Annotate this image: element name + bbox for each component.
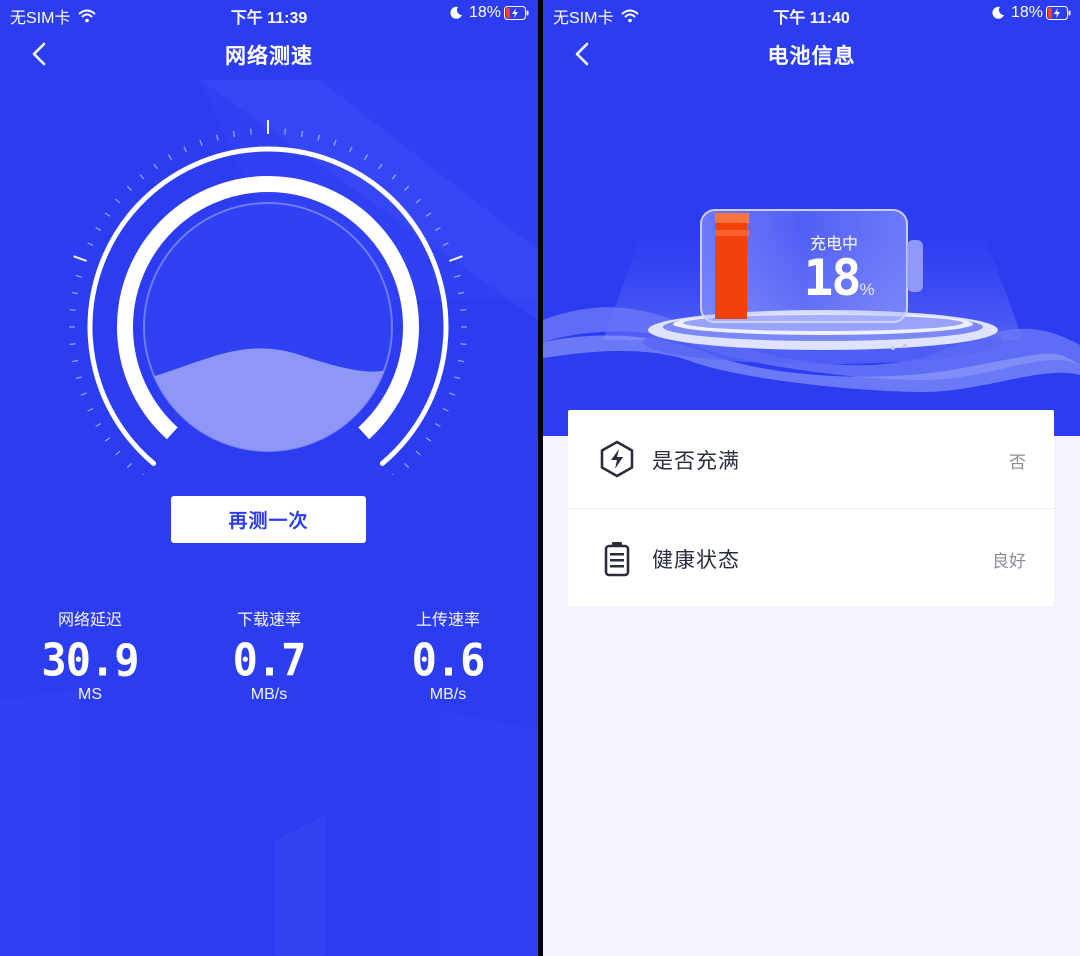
gauge-tick <box>71 359 79 363</box>
info-row-fully-charged[interactable]: 是否充满 否 <box>568 410 1054 508</box>
battery-percent-text: 18% <box>468 4 501 21</box>
battery-charging-icon <box>504 6 529 20</box>
gauge-tick <box>449 392 456 396</box>
status-bar: 无SIM卡 下午 11:40 18% <box>543 0 1080 28</box>
battery-charging-icon <box>1046 6 1071 20</box>
stat-value: 30.9 <box>41 634 139 687</box>
gauge-tick <box>457 291 465 295</box>
gauge-tick <box>378 163 383 170</box>
battery-percent-sign: % <box>859 280 875 299</box>
gauge-tick <box>449 255 463 262</box>
gauge-tick <box>434 422 441 428</box>
gauge-tick <box>73 255 87 262</box>
gauge-tick <box>104 437 111 442</box>
info-name: 是否充满 <box>652 450 740 473</box>
gauge-tick <box>333 139 337 146</box>
speed-gauge <box>69 120 467 475</box>
nav-bar: 网络测速 <box>0 28 538 80</box>
gauge-tick <box>199 139 203 146</box>
gauge-tick <box>300 130 304 138</box>
stat-unit: MS <box>78 686 102 703</box>
gauge-tick <box>126 463 132 469</box>
gauge-tick <box>115 450 121 456</box>
info-name: 健康状态 <box>652 549 740 572</box>
page-title: 电池信息 <box>767 45 856 68</box>
gauge-tick <box>454 376 461 380</box>
battery-info-card: 是否充满 否 健康状态 良好 <box>568 410 1054 606</box>
status-bar: 无SIM卡 下午 11:39 18% <box>0 0 538 28</box>
gauge-tick <box>250 128 252 135</box>
battery-terminal <box>907 240 923 292</box>
gauge-tick <box>404 185 410 191</box>
stat-unit: MB/s <box>429 686 467 703</box>
gauge-tick <box>139 174 145 180</box>
stat-upload: 上传速率 0.6 MB/s <box>368 606 528 704</box>
gauge-tick <box>126 185 132 191</box>
gauge-tick <box>104 212 111 217</box>
gauge-tick <box>363 154 369 161</box>
gauge-tick <box>69 309 76 311</box>
battery-percent-text: 18% <box>1010 4 1043 21</box>
gauge-tick <box>425 212 432 217</box>
gauge-tick <box>95 422 102 428</box>
gauge-tick <box>284 128 286 135</box>
stat-value: 0.6 <box>411 634 486 687</box>
battery-percent-value: 18 <box>803 249 861 307</box>
battery-level-fill <box>715 213 748 319</box>
retest-button[interactable]: 再测一次 <box>171 496 366 543</box>
gauge-tick <box>87 242 94 246</box>
gauge-tick <box>80 392 87 396</box>
gauge-tick <box>317 134 321 141</box>
gauge-tick <box>391 174 397 180</box>
stat-label: 下载速率 <box>236 612 301 629</box>
gauge-tick <box>442 408 449 412</box>
lightning-hexagon-icon <box>600 440 634 478</box>
battery-icon <box>604 542 630 577</box>
gauge-tick <box>434 226 441 232</box>
stat-unit: MB/s <box>250 686 288 703</box>
page-title: 网络测速 <box>225 45 313 68</box>
battery-percent-display: 18% <box>779 248 899 320</box>
gauge-tick <box>215 134 219 141</box>
gauge-tick <box>232 130 236 138</box>
gauge-tick <box>415 198 421 204</box>
battery-info-screen: 充电中 18% 无SIM卡 下午 11:40 18% 电池信息 是否充满 否 健… <box>543 0 1080 956</box>
gauge-tick <box>457 359 465 363</box>
gauge-tick <box>415 450 421 456</box>
gauge-tick <box>349 146 353 153</box>
moon-icon <box>992 6 1004 19</box>
stat-download: 下载速率 0.7 MB/s <box>189 606 349 704</box>
info-value: 良好 <box>992 552 1026 571</box>
stat-latency: 网络延迟 30.9 MS <box>10 606 170 704</box>
info-value: 否 <box>1009 453 1026 472</box>
gauge-tick <box>95 226 102 232</box>
gauge-tick <box>153 163 158 170</box>
gauge-tick <box>69 343 76 345</box>
gauge-tick <box>71 291 79 295</box>
stat-value: 0.7 <box>232 634 307 687</box>
gauge-tick <box>87 408 94 412</box>
gauge-tick <box>115 198 121 204</box>
gauge-tick <box>442 242 449 246</box>
speed-test-screen: 无SIM卡 下午 11:39 18% 网络测速 再测一次 网络延迟 30.9 M… <box>0 0 538 956</box>
nav-bar: 电池信息 <box>543 28 1080 80</box>
gauge-tick <box>183 146 187 153</box>
moon-icon <box>450 6 462 19</box>
gauge-tick <box>454 274 461 278</box>
info-row-health[interactable]: 健康状态 良好 <box>568 509 1054 607</box>
gauge-tick <box>460 343 467 345</box>
gauge-tick <box>75 274 82 278</box>
gauge-tick <box>460 309 467 311</box>
gauge-tick <box>75 376 82 380</box>
stat-label: 网络延迟 <box>57 612 122 629</box>
stat-label: 上传速率 <box>415 612 480 629</box>
gauge-tick <box>167 154 173 161</box>
gauge-tick <box>425 437 432 442</box>
gauge-tick <box>404 463 410 469</box>
